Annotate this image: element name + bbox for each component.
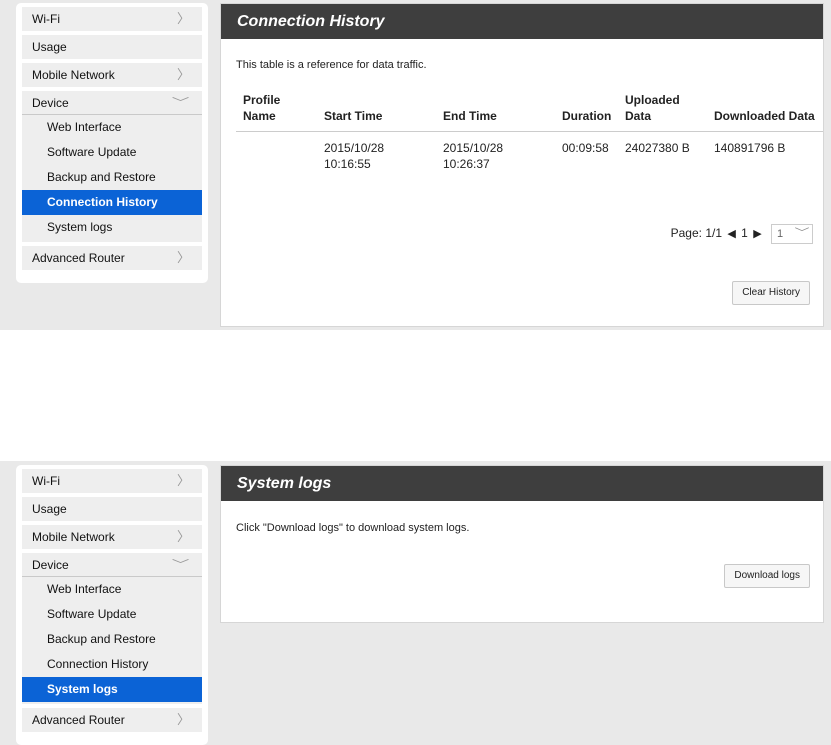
sidebar-subitem-backup-restore[interactable]: Backup and Restore (22, 627, 202, 652)
sidebar-item-label: Mobile Network (32, 530, 115, 544)
connection-history-screen: Wi-Fi 〉 Usage Mobile Network 〉 Device ﹀ … (0, 0, 831, 330)
sidebar-item-label: Device (32, 558, 69, 572)
column-header-start-time: Start Time (317, 92, 436, 132)
sidebar-item-label: Wi-Fi (32, 474, 60, 488)
sidebar-item-label: Usage (32, 502, 67, 516)
sidebar-item-advanced-router[interactable]: Advanced Router 〉 (22, 708, 202, 732)
cell-start-time: 2015/10/28 10:16:55 (324, 141, 385, 171)
sidebar-subitem-software-update[interactable]: Software Update (22, 602, 202, 627)
sidebar-subitem-web-interface[interactable]: Web Interface (22, 115, 202, 140)
sidebar-item-advanced-router[interactable]: Advanced Router 〉 (22, 246, 202, 270)
chevron-right-icon: 〉 (176, 473, 190, 488)
pagination: Page: 1/1 ◀ 1 ▶ 1 ﹀ (671, 222, 813, 244)
page-select-value: 1 (777, 227, 784, 240)
table-header-row: Profile Name Start Time End Time Duratio… (236, 92, 823, 132)
sidebar-item-wifi[interactable]: Wi-Fi 〉 (22, 469, 202, 493)
sidebar-item-device[interactable]: Device ﹀ (22, 553, 202, 577)
chevron-right-icon: 〉 (176, 712, 190, 727)
page-select[interactable]: 1 ﹀ (771, 223, 813, 244)
chevron-down-icon: ﹀ (171, 559, 190, 571)
content-panel: System logs Click "Download logs" to dow… (220, 465, 824, 623)
sidebar-group-device: Device ﹀ Web Interface Software Update B… (22, 91, 202, 242)
sidebar-subitem-system-logs[interactable]: System logs (22, 215, 202, 240)
triangle-right-icon[interactable]: ▶ (753, 223, 761, 245)
chevron-right-icon: 〉 (176, 250, 190, 265)
system-logs-screen: Wi-Fi 〉 Usage Mobile Network 〉 Device ﹀ … (0, 461, 831, 745)
page-description: This table is a reference for data traff… (236, 59, 427, 71)
column-header-end-time: End Time (436, 92, 555, 132)
download-logs-button[interactable]: Download logs (724, 564, 810, 588)
sidebar-item-device[interactable]: Device ﹀ (22, 91, 202, 115)
sidebar-subitem-connection-history[interactable]: Connection History (22, 190, 202, 215)
pager-position: 1/1 (705, 226, 722, 240)
sidebar-item-label: Mobile Network (32, 68, 115, 82)
sidebar-item-mobile-network[interactable]: Mobile Network 〉 (22, 63, 202, 87)
cell-downloaded-data: 140891796 B (714, 141, 786, 155)
page-description: Click "Download logs" to download system… (236, 522, 470, 534)
chevron-right-icon: 〉 (176, 67, 190, 82)
page-title: Connection History (221, 4, 823, 39)
sidebar-subitem-connection-history[interactable]: Connection History (22, 652, 202, 677)
sidebar-item-usage[interactable]: Usage (22, 497, 202, 521)
sidebar-subitem-software-update[interactable]: Software Update (22, 140, 202, 165)
sidebar-subitem-system-logs[interactable]: System logs (22, 677, 202, 702)
sidebar-item-label: Usage (32, 40, 67, 54)
column-header-duration: Duration (555, 92, 618, 132)
cell-profile-name (236, 132, 317, 173)
sidebar-item-label: Device (32, 96, 69, 110)
sidebar-item-label: Wi-Fi (32, 12, 60, 26)
sidebar-item-wifi[interactable]: Wi-Fi 〉 (22, 7, 202, 31)
chevron-down-icon: ﹀ (794, 227, 810, 239)
cell-uploaded-data: 24027380 B (625, 141, 690, 155)
sidebar-item-mobile-network[interactable]: Mobile Network 〉 (22, 525, 202, 549)
pager-current-page[interactable]: 1 (741, 222, 748, 244)
sidebar-nav: Wi-Fi 〉 Usage Mobile Network 〉 Device ﹀ … (16, 465, 208, 745)
connection-history-table: Profile Name Start Time End Time Duratio… (236, 92, 823, 172)
triangle-left-icon[interactable]: ◀ (727, 223, 735, 245)
content-panel: Connection History This table is a refer… (220, 3, 824, 327)
sidebar-item-usage[interactable]: Usage (22, 35, 202, 59)
clear-history-button[interactable]: Clear History (732, 281, 810, 305)
pager-label: Page: (670, 226, 702, 240)
table-row: 2015/10/28 10:16:55 2015/10/28 10:26:37 … (236, 132, 823, 173)
sidebar-item-label: Advanced Router (32, 713, 125, 727)
page-title: System logs (221, 466, 823, 501)
sidebar-subitem-backup-restore[interactable]: Backup and Restore (22, 165, 202, 190)
column-header-downloaded-data: Downloaded Data (707, 92, 823, 132)
column-header-profile-name: Profile Name (236, 92, 317, 132)
chevron-right-icon: 〉 (176, 11, 190, 26)
sidebar-group-device: Device ﹀ Web Interface Software Update B… (22, 553, 202, 704)
sidebar-item-label: Advanced Router (32, 251, 125, 265)
cell-duration: 00:09:58 (562, 141, 609, 155)
chevron-right-icon: 〉 (176, 529, 190, 544)
column-header-uploaded-data: Uploaded Data (618, 92, 707, 132)
sidebar-subitem-web-interface[interactable]: Web Interface (22, 577, 202, 602)
cell-end-time: 2015/10/28 10:26:37 (443, 141, 504, 171)
sidebar-nav: Wi-Fi 〉 Usage Mobile Network 〉 Device ﹀ … (16, 3, 208, 283)
chevron-down-icon: ﹀ (171, 97, 190, 109)
